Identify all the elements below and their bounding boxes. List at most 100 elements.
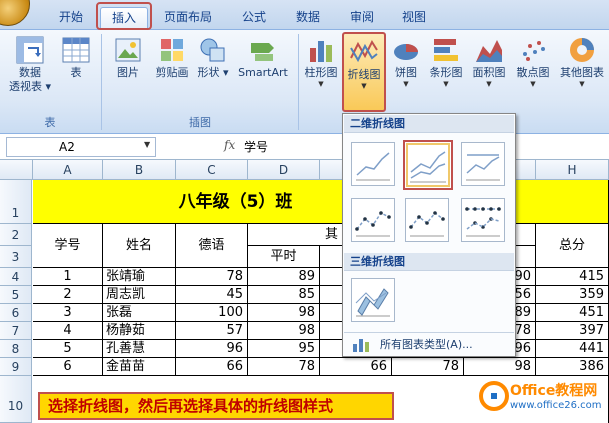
row-header[interactable]: 1 [0,180,32,224]
header-cell[interactable]: 平时 [248,246,320,268]
percent-line-thumb[interactable] [461,142,505,186]
row-header[interactable]: 3 [0,246,32,268]
line-chart-button[interactable]: 折线图 ▼ [342,32,386,112]
line-thumb[interactable] [351,142,395,186]
cell-total[interactable]: 415 [536,268,609,286]
percent-line-markers-thumb[interactable] [461,198,505,242]
cell-total[interactable]: 441 [536,340,609,358]
cell-total[interactable]: 451 [536,304,609,322]
cell-moral[interactable]: 78 [176,268,248,286]
clipart-icon [161,39,183,61]
cell-regular[interactable]: 89 [248,268,320,286]
line-chart-icon [350,39,378,63]
sheet-title[interactable]: 八年级（5）班 [33,180,609,224]
area-chart-icon [476,40,502,62]
cell-id[interactable]: 1 [33,268,103,286]
chevron-down-icon[interactable]: ▼ [144,140,150,149]
header-cell[interactable]: 学号 [33,224,103,268]
column-header[interactable]: C [176,160,248,180]
column-header[interactable]: D [248,160,320,180]
office-button[interactable] [0,0,30,26]
stacked-line-markers-thumb[interactable] [405,198,449,242]
cell-extra[interactable]: 66 [320,358,392,376]
row-header[interactable]: 4 [0,268,32,286]
column-chart-button[interactable]: 柱形图 ▼ [302,34,340,88]
clipart-button[interactable]: 剪贴画 [150,34,194,80]
row-header[interactable]: 10 [0,376,32,423]
cell-regular[interactable]: 95 [248,340,320,358]
scatter-chart-button[interactable]: 散点图 ▼ [512,34,554,88]
table-button[interactable]: 表 [58,34,94,80]
cell-id[interactable]: 5 [33,340,103,358]
chevron-down-icon: ▼ [579,80,585,88]
doughnut-chart-icon [570,38,594,62]
row-header[interactable]: 9 [0,358,32,376]
other-charts-label: 其他图表 [560,66,604,79]
cell-moral[interactable]: 45 [176,286,248,304]
row-header[interactable]: 6 [0,304,32,322]
cell-name[interactable]: 杨静茹 [103,322,176,340]
cell-regular[interactable]: 98 [248,322,320,340]
shapes-button[interactable]: 形状 ▾ [196,34,230,80]
formula-input[interactable]: 学号 [244,138,268,155]
bar-chart-label: 条形图 [429,66,463,79]
tab-data[interactable]: 数据 [288,7,328,29]
cell-moral[interactable]: 100 [176,304,248,322]
watermark-brand: Office教程网 [510,383,598,399]
tab-home[interactable]: 开始 [52,7,90,29]
header-cell[interactable]: 姓名 [103,224,176,268]
cell-name[interactable]: 张靖瑜 [103,268,176,286]
3d-line-thumb[interactable] [351,278,395,322]
cell-moral[interactable]: 66 [176,358,248,376]
row-header[interactable]: 2 [0,224,32,246]
function-icon[interactable]: fx [224,138,235,152]
cell-name[interactable]: 孔善慧 [103,340,176,358]
column-header[interactable]: B [103,160,176,180]
row-header[interactable]: 8 [0,340,32,358]
cell-regular[interactable]: 85 [248,286,320,304]
line-markers-thumb[interactable] [351,198,395,242]
cell-total[interactable]: 359 [536,286,609,304]
column-header[interactable]: H [536,160,609,180]
other-charts-button[interactable]: 其他图表 ▼ [556,34,608,88]
cell-name[interactable]: 周志凯 [103,286,176,304]
group-tables-label: 表 [44,116,56,129]
cell-moral[interactable]: 57 [176,322,248,340]
column-header[interactable]: A [33,160,103,180]
cell-id[interactable]: 2 [33,286,103,304]
header-cell[interactable]: 德语 [176,224,248,268]
picture-button[interactable]: 图片 [108,34,148,80]
pie-chart-button[interactable]: 饼图 ▼ [388,34,424,88]
tab-formulas[interactable]: 公式 [234,7,274,29]
bar-chart-button[interactable]: 条形图 ▼ [426,34,466,88]
instruction-caption: 选择折线图，然后再选择具体的折线图样式 [38,392,394,420]
cell-regular[interactable]: 98 [248,304,320,322]
cell-id[interactable]: 6 [33,358,103,376]
percent-line-chart-icon [466,154,500,181]
cell-id[interactable]: 4 [33,322,103,340]
cell-name[interactable]: 张磊 [103,304,176,322]
all-chart-types-item[interactable]: 所有图表类型(A)... [344,332,514,356]
tab-view[interactable]: 视图 [394,7,434,29]
bar-chart-icon [434,39,458,61]
cell-regular[interactable]: 78 [248,358,320,376]
row-header[interactable]: 5 [0,286,32,304]
pivot-table-button[interactable]: 数据 透视表 ▾ [6,34,54,94]
smartart-button[interactable]: SmartArt [234,34,292,80]
header-cell[interactable]: 总分 [536,224,609,268]
cell-name[interactable]: 金苗苗 [103,358,176,376]
cell-id[interactable]: 3 [33,304,103,322]
select-all-corner[interactable] [0,160,33,180]
cell-total[interactable]: 397 [536,322,609,340]
stacked-line-thumb[interactable] [403,140,453,190]
area-chart-button[interactable]: 面积图 ▼ [468,34,510,88]
row-header[interactable]: 7 [0,322,32,340]
cell-extra2[interactable]: 78 [392,358,464,376]
pivot-table-icon [16,36,44,64]
cell-moral[interactable]: 96 [176,340,248,358]
tab-page-layout[interactable]: 页面布局 [158,7,218,29]
insert-tab-highlight [96,2,152,30]
name-box[interactable]: A2 [6,137,156,157]
shapes-icon [200,38,225,62]
tab-review[interactable]: 审阅 [342,7,382,29]
